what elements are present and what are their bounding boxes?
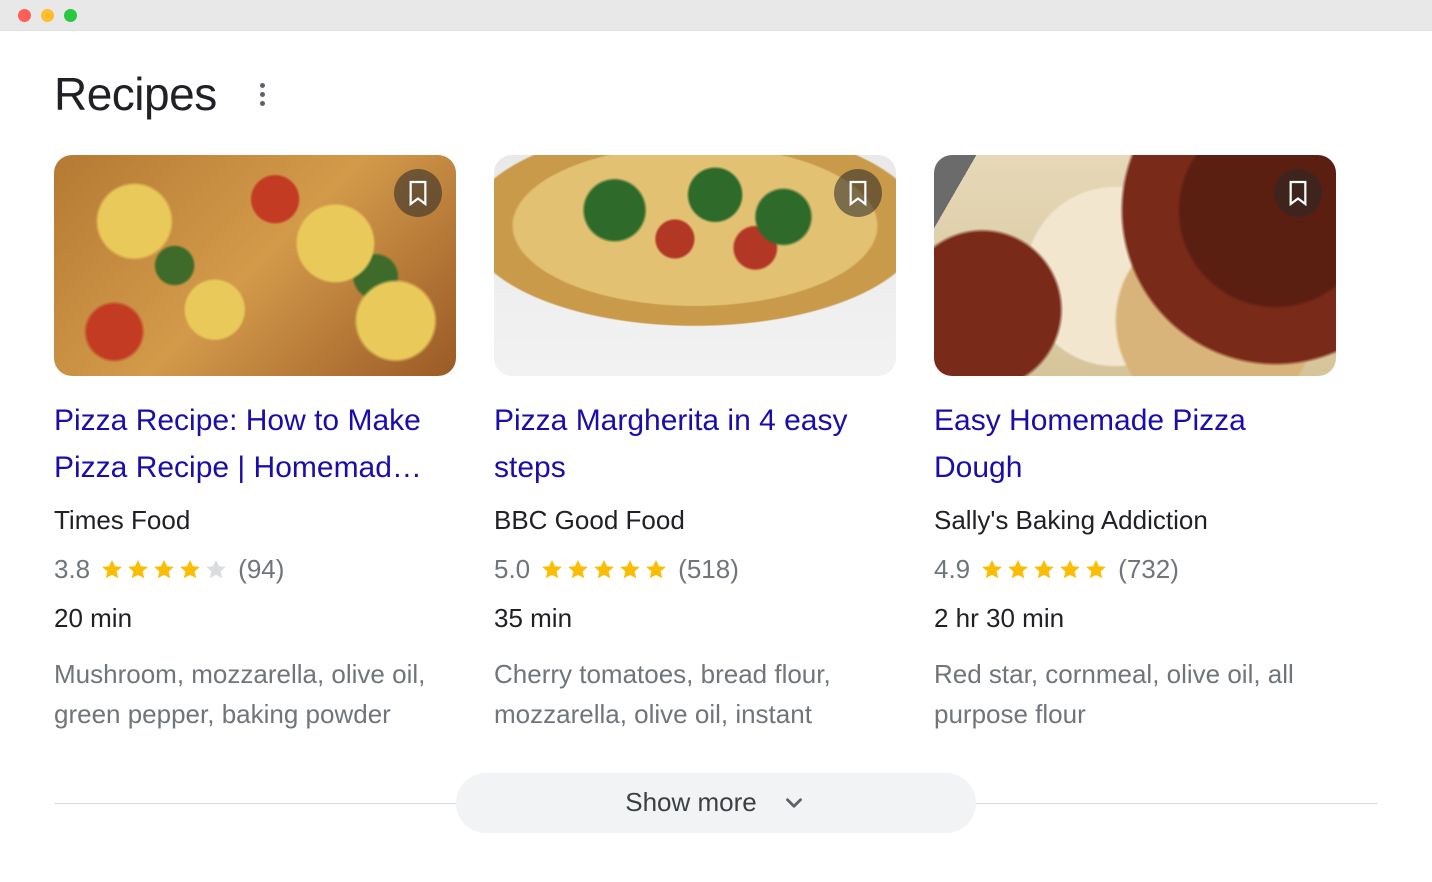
bookmark-button[interactable] — [394, 169, 442, 217]
rating-stars — [100, 558, 228, 582]
rating-value: 5.0 — [494, 554, 530, 585]
recipe-ingredients: Red star, cornmeal, olive oil, all purpo… — [934, 654, 1336, 735]
show-more-row: Show more — [54, 773, 1378, 833]
content-area: Recipes Pizza Recipe: How to Make Pizza … — [0, 31, 1432, 833]
recipe-ingredients: Cherry tomatoes, bread flour, mozzarella… — [494, 654, 896, 735]
section-title: Recipes — [54, 67, 217, 121]
recipe-source: Sally's Baking Addiction — [934, 505, 1336, 536]
bookmark-button[interactable] — [1274, 169, 1322, 217]
chevron-down-icon — [781, 790, 807, 816]
window-close-button[interactable] — [18, 9, 31, 22]
recipe-rating: 5.0 (518) — [494, 554, 896, 585]
recipe-source: Times Food — [54, 505, 456, 536]
rating-count: (732) — [1118, 554, 1179, 585]
recipe-ingredients: Mushroom, mozzarella, olive oil, green p… — [54, 654, 456, 735]
recipe-card: Pizza Recipe: How to Make Pizza Recipe |… — [54, 155, 456, 735]
show-more-button[interactable]: Show more — [456, 773, 976, 833]
recipe-title-link[interactable]: Pizza Recipe: How to Make Pizza Recipe |… — [54, 398, 456, 491]
section-header: Recipes — [54, 67, 1378, 121]
rating-count: (94) — [238, 554, 284, 585]
recipe-source: BBC Good Food — [494, 505, 896, 536]
window-minimize-button[interactable] — [41, 9, 54, 22]
more-options-icon[interactable] — [251, 82, 275, 106]
rating-stars — [540, 558, 668, 582]
recipe-time: 20 min — [54, 603, 456, 634]
rating-stars — [980, 558, 1108, 582]
rating-value: 3.8 — [54, 554, 90, 585]
recipe-rating: 3.8 (94) — [54, 554, 456, 585]
recipe-card: Pizza Margherita in 4 easy steps BBC Goo… — [494, 155, 896, 735]
recipe-rating: 4.9 (732) — [934, 554, 1336, 585]
recipe-title-link[interactable]: Easy Homemade Pizza Dough — [934, 398, 1336, 491]
rating-count: (518) — [678, 554, 739, 585]
bookmark-button[interactable] — [834, 169, 882, 217]
bookmark-icon — [407, 180, 429, 206]
window-title-bar — [0, 0, 1432, 31]
recipe-title-link[interactable]: Pizza Margherita in 4 easy steps — [494, 398, 896, 491]
show-more-label: Show more — [625, 787, 757, 818]
recipe-thumbnail[interactable] — [934, 155, 1336, 376]
recipe-card: Easy Homemade Pizza Dough Sally's Baking… — [934, 155, 1336, 735]
recipe-time: 35 min — [494, 603, 896, 634]
window-maximize-button[interactable] — [64, 9, 77, 22]
recipe-thumbnail[interactable] — [494, 155, 896, 376]
bookmark-icon — [1287, 180, 1309, 206]
recipe-thumbnail[interactable] — [54, 155, 456, 376]
rating-value: 4.9 — [934, 554, 970, 585]
recipe-cards-row: Pizza Recipe: How to Make Pizza Recipe |… — [54, 155, 1378, 735]
recipe-time: 2 hr 30 min — [934, 603, 1336, 634]
bookmark-icon — [847, 180, 869, 206]
